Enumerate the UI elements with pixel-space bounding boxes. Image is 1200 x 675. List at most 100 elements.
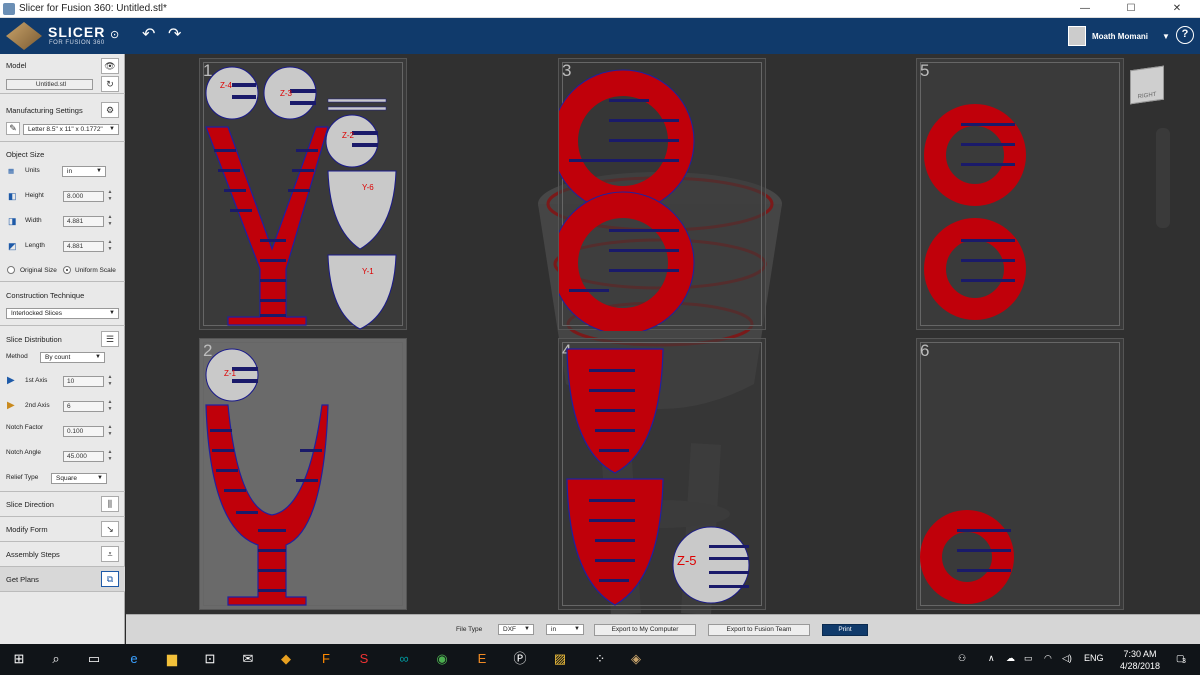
axis2-field[interactable]: 6 (63, 401, 104, 412)
width-field[interactable]: 4.881 (63, 216, 104, 227)
dots-icon[interactable]: ⁘ (592, 651, 608, 667)
navigation-toolbar[interactable] (1156, 128, 1170, 228)
language-indicator[interactable]: ENG (1084, 653, 1104, 663)
export-team-button[interactable]: Export to Fusion Team (708, 624, 810, 636)
sheet-4[interactable]: 4 Z-5 (558, 338, 766, 610)
sheet-5[interactable]: 5 (916, 58, 1124, 330)
axis1-stepper[interactable]: ▲ ▼ (106, 374, 114, 388)
help-button[interactable]: ? (1176, 26, 1194, 44)
height-field[interactable]: 8.000 (63, 191, 104, 202)
sheet-3[interactable]: 3 (558, 58, 766, 331)
assembly-steps-icon[interactable]: ⩡ (101, 546, 119, 562)
export-units-dropdown[interactable]: in (546, 624, 584, 635)
store-icon[interactable]: ⊡ (202, 651, 218, 667)
cloud-icon[interactable]: ☁ (1006, 653, 1015, 664)
maximize-button[interactable]: ☐ (1108, 0, 1154, 18)
arduino-icon[interactable]: ∞ (396, 651, 412, 667)
print-button[interactable]: Print (822, 624, 868, 636)
assembly-steps-section[interactable]: Assembly Steps ⩡ (0, 542, 125, 567)
units-dropdown[interactable]: in (62, 166, 106, 177)
layout-canvas[interactable]: RIGHT 1 Z-4 Z-3 Z-2 Y-6 Y-1 2 Z-1 3 Z-5 … (126, 54, 1200, 614)
people-icon[interactable]: ⚇ (958, 653, 966, 664)
solidworks-icon[interactable]: S (356, 651, 372, 667)
gear-icon[interactable]: ⚙ (101, 102, 119, 118)
get-plans-icon[interactable]: ⧉ (101, 571, 119, 587)
image-app-icon[interactable]: ▨ (552, 651, 568, 667)
pencil-icon[interactable]: ✎ (6, 122, 20, 135)
part-label: Z-2 (342, 131, 354, 140)
notch-angle-field[interactable]: 45.000 (63, 451, 104, 462)
app-icon-diamond[interactable]: ◆ (278, 651, 294, 667)
sheet-6[interactable]: 6 (916, 338, 1124, 610)
notch-factor-stepper[interactable]: ▲ ▼ (106, 424, 114, 438)
eclipse-e-icon[interactable]: E (474, 651, 490, 667)
app-menu-icon[interactable]: ⊙ (110, 28, 119, 41)
part-label: Z-1 (224, 369, 236, 378)
sheet-4-parts (566, 348, 750, 606)
height-icon: ◧ (8, 191, 17, 201)
user-name: Moath Momani (1092, 31, 1148, 41)
notch-factor-field[interactable]: 0.100 (63, 426, 104, 437)
logo-subtitle: FOR FUSION 360 (49, 40, 105, 46)
file-explorer-icon[interactable]: ▆ (164, 651, 180, 667)
refresh-icon[interactable]: ↻ (101, 76, 119, 92)
slice-direction-section[interactable]: Slice Direction ⫼ (0, 492, 125, 517)
method-dropdown[interactable]: By count (40, 352, 105, 363)
part-label: Z-5 (677, 553, 697, 568)
axis2-arrow-icon: ▶ (7, 400, 15, 411)
length-stepper[interactable]: ▲ ▼ (106, 239, 114, 253)
windows-start-icon[interactable]: ⊞ (11, 651, 27, 667)
slicer-taskbar-icon[interactable]: ◈ (628, 651, 644, 667)
settings-sidebar: Model 👁 Untitled.stl ↻ Manufacturing Set… (0, 54, 125, 644)
relief-type-dropdown[interactable]: Square (51, 473, 107, 484)
battery-icon[interactable]: ▭ (1024, 653, 1033, 664)
notch-angle-stepper[interactable]: ▲ ▼ (106, 449, 114, 463)
view-cube[interactable]: RIGHT (1130, 65, 1164, 105)
assembly-steps-label: Assembly Steps (6, 550, 60, 559)
window-title: Slicer for Fusion 360: Untitled.stl* (19, 3, 167, 14)
file-type-dropdown[interactable]: DXF (498, 624, 534, 635)
close-button[interactable]: ✕ (1154, 0, 1200, 18)
width-stepper[interactable]: ▲ ▼ (106, 214, 114, 228)
tray-chevron-icon[interactable]: ∧ (988, 653, 995, 664)
ruler-icon: ▦ (8, 168, 15, 175)
material-dropdown[interactable]: Letter 8.5" x 11" x 0.1772" (23, 124, 119, 135)
modify-form-section[interactable]: Modify Form ↘ (0, 517, 125, 542)
list-icon[interactable]: ☰ (101, 331, 119, 347)
chrome-icon[interactable]: ◉ (434, 651, 450, 667)
sheet-1[interactable]: 1 Z-4 Z-3 Z-2 Y-6 Y-1 (199, 58, 407, 330)
uniform-scale-radio[interactable] (63, 266, 71, 274)
model-file-button[interactable]: Untitled.stl (6, 79, 93, 90)
redo-icon[interactable]: ↷ (168, 24, 181, 44)
edge-icon[interactable]: e (126, 651, 142, 667)
wifi-icon[interactable]: ◠ (1044, 653, 1052, 664)
original-size-radio[interactable] (7, 266, 15, 274)
axis2-stepper[interactable]: ▲ ▼ (106, 399, 114, 413)
eye-icon[interactable]: 👁 (101, 58, 119, 74)
part-label: Z-4 (220, 81, 232, 90)
fusion-icon[interactable]: F (318, 651, 334, 667)
search-icon[interactable]: ⌕ (48, 651, 64, 667)
task-view-icon[interactable]: ▭ (86, 651, 102, 667)
user-menu[interactable]: Moath Momani ▼ (1068, 21, 1170, 51)
width-icon: ◨ (8, 216, 17, 226)
get-plans-label: Get Plans (6, 575, 39, 584)
undo-icon[interactable]: ↶ (142, 24, 155, 44)
height-stepper[interactable]: ▲ ▼ (106, 189, 114, 203)
get-plans-section[interactable]: Get Plans ⧉ (0, 567, 125, 592)
modify-form-label: Modify Form (6, 525, 48, 534)
construction-dropdown[interactable]: Interlocked Slices (6, 308, 119, 319)
sheet-2[interactable]: 2 Z-1 (199, 338, 407, 610)
clock[interactable]: 7:30 AM 4/28/2018 (1110, 648, 1170, 672)
axis1-field[interactable]: 10 (63, 376, 104, 387)
sheet-6-parts (920, 510, 1014, 604)
minimize-button[interactable]: — (1062, 0, 1108, 18)
length-field[interactable]: 4.881 (63, 241, 104, 252)
export-computer-button[interactable]: Export to My Computer (594, 624, 696, 636)
volume-icon[interactable]: ◁) (1062, 653, 1072, 664)
modify-form-icon[interactable]: ↘ (101, 521, 119, 537)
slice-direction-icon[interactable]: ⫼ (101, 496, 119, 512)
mail-icon[interactable]: ✉ (240, 651, 256, 667)
p-app-icon[interactable]: Ⓟ (512, 651, 528, 667)
export-bar: File Type DXF in Export to My Computer E… (126, 614, 1200, 644)
